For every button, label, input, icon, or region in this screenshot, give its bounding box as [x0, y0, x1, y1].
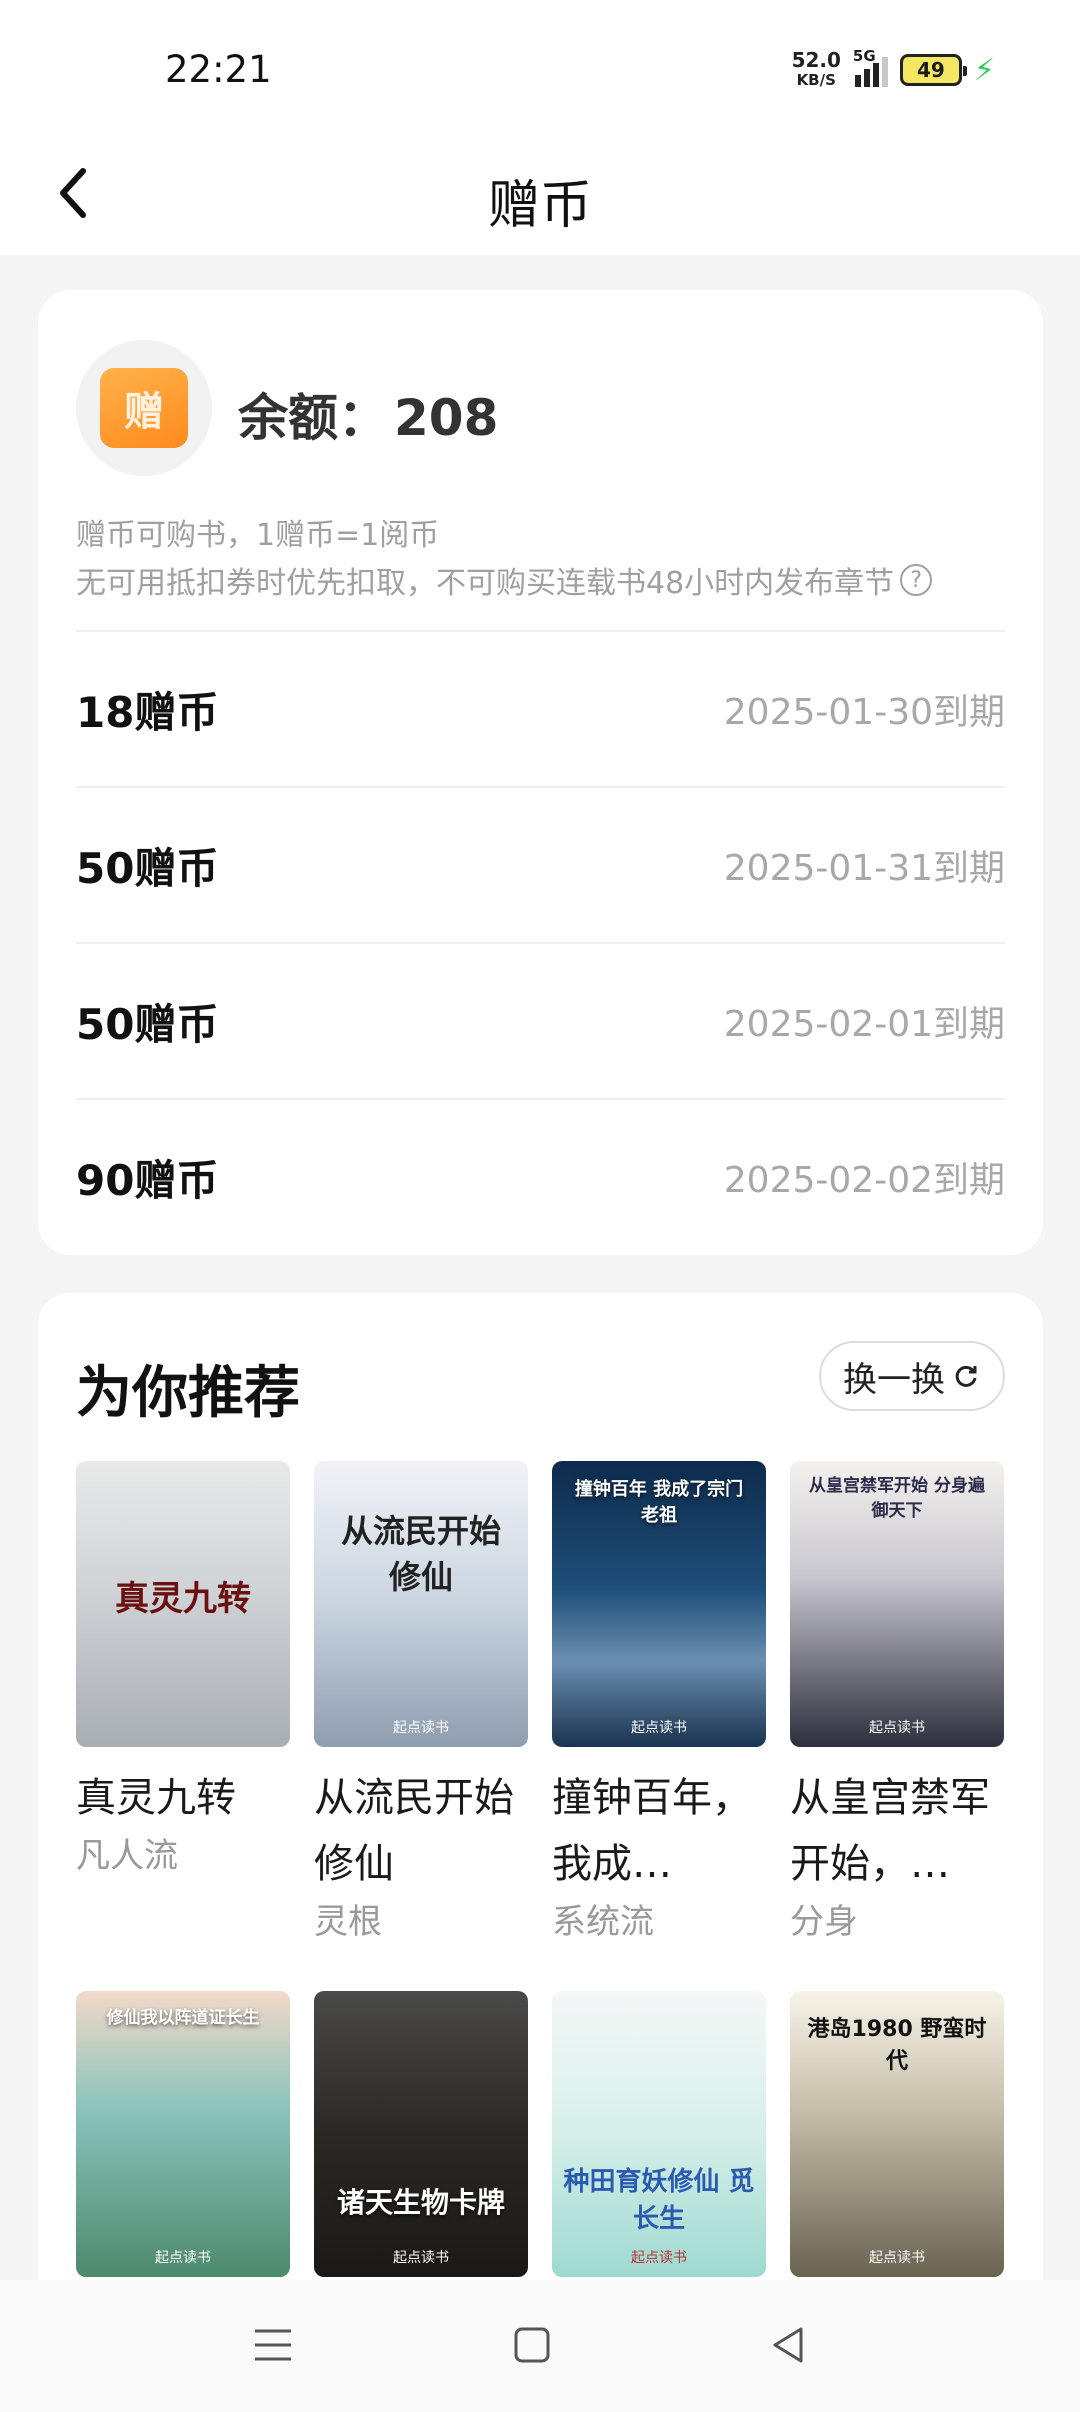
coin-amount: 90赠币	[76, 1155, 219, 1205]
status-bar: 22:21 52.0 KB/S 5G 49 ⚡	[0, 0, 1080, 135]
charging-icon: ⚡	[973, 52, 995, 88]
refresh-button[interactable]: 换一换	[819, 1341, 1005, 1411]
menu-icon[interactable]	[238, 2310, 308, 2380]
book-item[interactable]: 撞钟百年 我成了宗门老祖 起点读书 撞钟百年，我成… 系统流	[552, 1461, 766, 1991]
coin-list: 18赠币 2025-01-30到期 50赠币 2025-01-31到期 50赠币…	[76, 630, 1005, 1254]
recommend-card: 为你推荐 换一换 真灵九转 真灵九转 凡人流 从流民开始修仙 起点读书 从流民开…	[38, 1293, 1043, 2412]
book-cover[interactable]: 种田育妖修仙 觅长生 起点读书	[552, 1991, 766, 2277]
book-title: 真灵九转	[76, 1775, 236, 1821]
coin-amount: 50赠币	[76, 843, 219, 893]
home-icon[interactable]	[497, 2310, 567, 2380]
book-cover[interactable]: 撞钟百年 我成了宗门老祖 起点读书	[552, 1461, 766, 1747]
book-title: 撞钟百年，我成…	[552, 1775, 752, 1887]
balance-description: 赠币可购书，1赠币=1阅币	[76, 518, 440, 553]
coin-row: 90赠币 2025-02-02到期	[76, 1098, 1005, 1254]
back-triangle-icon[interactable]	[754, 2310, 824, 2380]
status-indicators: 52.0 KB/S 5G 49 ⚡	[791, 47, 995, 90]
gift-coin-icon: 赠	[100, 368, 188, 448]
book-title: 从皇宫禁军开始，…	[790, 1775, 990, 1887]
coin-amount: 50赠币	[76, 999, 219, 1049]
network-speed: 52.0 KB/S	[791, 48, 841, 89]
coin-expire-date: 2025-02-02到期	[723, 1160, 1005, 1201]
coin-expire-date: 2025-01-31到期	[723, 848, 1005, 889]
book-tag: 系统流	[552, 1902, 654, 1942]
book-cover[interactable]: 诸天生物卡牌 起点读书	[314, 1991, 528, 2277]
book-tag: 凡人流	[76, 1836, 178, 1876]
coin-row: 18赠币 2025-01-30到期	[76, 630, 1005, 786]
book-cover[interactable]: 从皇宫禁军开始 分身遍御天下 起点读书	[790, 1461, 1004, 1747]
book-item[interactable]: 真灵九转 真灵九转 凡人流	[76, 1461, 290, 1991]
book-cover[interactable]: 修仙我以阵道证长生 起点读书	[76, 1991, 290, 2277]
balance-card: 赠 余额： 208 赠币可购书，1赠币=1阅币 无可用抵扣券时优先扣取，不可购买连…	[38, 290, 1043, 1255]
book-cover[interactable]: 真灵九转	[76, 1461, 290, 1747]
balance-rule: 无可用抵扣券时优先扣取，不可购买连载书48小时内发布章节 ?	[76, 558, 933, 602]
refresh-icon	[955, 1365, 977, 1387]
book-item[interactable]: 从流民开始修仙 起点读书 从流民开始修仙 灵根	[314, 1461, 528, 1991]
coin-row: 50赠币 2025-02-01到期	[76, 942, 1005, 1098]
recommend-title: 为你推荐	[76, 1348, 300, 1429]
cellular-signal-icon: 5G	[853, 47, 888, 87]
balance-display: 余额： 208	[238, 389, 499, 447]
book-tag: 分身	[790, 1902, 858, 1942]
battery-icon: 49	[899, 54, 967, 86]
gift-coin-badge: 赠	[76, 340, 212, 476]
help-icon[interactable]: ?	[900, 564, 933, 596]
book-cover[interactable]: 从流民开始修仙 起点读书	[314, 1461, 528, 1747]
coin-amount: 18赠币	[76, 687, 219, 737]
coin-expire-date: 2025-02-01到期	[723, 1004, 1005, 1045]
book-grid: 真灵九转 真灵九转 凡人流 从流民开始修仙 起点读书 从流民开始修仙 灵根 撞钟…	[76, 1461, 1006, 2412]
balance-value: 208	[394, 389, 499, 447]
status-time: 22:21	[165, 48, 272, 91]
coin-row: 50赠币 2025-01-31到期	[76, 786, 1005, 942]
book-tag: 灵根	[314, 1902, 382, 1942]
coin-expire-date: 2025-01-30到期	[723, 692, 1005, 733]
header: 赠币	[0, 135, 1080, 255]
system-nav-bar	[0, 2280, 1080, 2412]
book-title: 从流民开始修仙	[314, 1775, 514, 1887]
book-cover[interactable]: 港岛1980 野蛮时代 起点读书	[790, 1991, 1004, 2277]
page-title: 赠币	[487, 176, 592, 236]
book-item[interactable]: 从皇宫禁军开始 分身遍御天下 起点读书 从皇宫禁军开始，… 分身	[790, 1461, 1004, 1991]
